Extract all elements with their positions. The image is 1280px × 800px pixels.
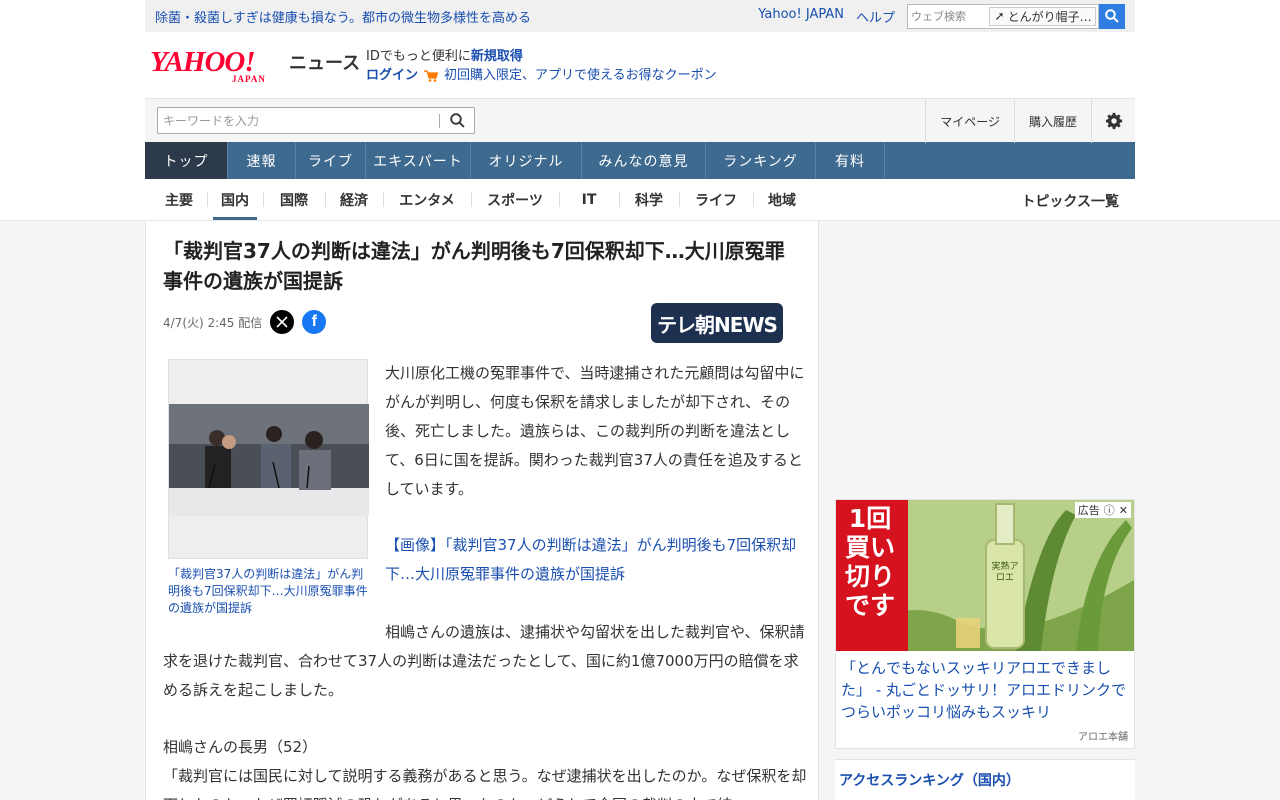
x-share-button[interactable] [270, 310, 295, 334]
topics-list-link[interactable]: トピックス一覧 [1021, 191, 1119, 211]
speaker: 相嶋さんの長男（52） [163, 738, 318, 756]
tab-economy[interactable]: 経済 [325, 179, 383, 220]
settings-button[interactable] [1091, 99, 1135, 143]
gear-icon [1105, 112, 1122, 130]
mypage-link[interactable]: マイページ [925, 99, 1014, 143]
facebook-share-button[interactable]: f [302, 310, 327, 334]
id-links: IDでもっと便利に新規取得 ログイン 初回購入限定、アプリで使えるお得なクーポン [366, 47, 717, 85]
keyword-search-button[interactable] [440, 108, 474, 133]
article: 「裁判官37人の判断は違法」がん判明後も7回保釈却下…大川原冤罪事件の遺族が国提… [145, 221, 819, 800]
tab-domestic[interactable]: 国内 [207, 179, 263, 220]
nav-opinions[interactable]: みんなの意見 [582, 142, 706, 179]
yahoo-japan-link[interactable]: Yahoo! JAPAN [758, 7, 844, 26]
purchase-history-link[interactable]: 購入履歴 [1013, 99, 1091, 143]
article-paragraph: 相嶋さんの遺族は、逮捕状や勾留状を出した裁判官や、保釈請求を退けた裁判官、合わせ… [163, 623, 805, 699]
user-links: マイページ 購入履歴 [925, 99, 1135, 143]
ad-headline[interactable]: 「とんでもないスッキリアロエできました」 - 丸ごとドッサリ！アロエドリンクでつ… [841, 657, 1133, 723]
article-meta: 4/7(火) 2:45 配信 f [163, 310, 334, 334]
top-links: Yahoo! JAPAN ヘルプ [758, 7, 895, 26]
logo-sub: JAPAN [232, 74, 266, 84]
bottle-label: 実熟アロエ [991, 562, 1019, 583]
promo-bar: 除菌・殺菌しすぎは健康も損なう。都市の微生物多様性を高める Yahoo! JAP… [145, 0, 1135, 32]
photo-caption[interactable]: 「裁判官37人の判断は違法」がん判明後も7回保釈却下…大川原冤罪事件の遺族が国提… [168, 566, 373, 617]
info-icon: ⓘ [1103, 504, 1115, 517]
article-photo[interactable] [168, 359, 369, 559]
nav-live[interactable]: ライブ [296, 142, 366, 179]
main-content: 「裁判官37人の判断は違法」がん判明後も7回保釈却下…大川原冤罪事件の遺族が国提… [145, 221, 1135, 800]
promo-link[interactable]: 除菌・殺菌しすぎは健康も損なう。都市の微生物多様性を高める [155, 7, 758, 26]
ad-label: 広告 [1077, 504, 1100, 517]
tab-local[interactable]: 地域 [753, 179, 811, 220]
main-nav: トップ 速報 ライブ エキスパート オリジナル みんなの意見 ランキング 有料 [145, 142, 1135, 179]
close-icon[interactable]: ✕ [1119, 504, 1128, 517]
nav-paid[interactable]: 有料 [816, 142, 885, 179]
search-suggestion-text: とんがり帽子… [1007, 9, 1092, 24]
ranking-title[interactable]: アクセスランキング（国内） [839, 770, 1020, 790]
press-conference-image [169, 404, 369, 516]
ad-image[interactable]: 1回買い切りです 実熟アロエ 広告 ⓘ ✕ [836, 500, 1134, 651]
section-name[interactable]: ニュース [289, 49, 360, 75]
web-search: ウェブ検索 ➚ とんがり帽子… [907, 3, 1125, 29]
tab-it[interactable]: IT [559, 179, 619, 220]
tab-science[interactable]: 科学 [619, 179, 679, 220]
tab-entertainment[interactable]: エンタメ [383, 179, 471, 220]
tab-life[interactable]: ライフ [679, 179, 753, 220]
id-prefix: IDでもっと便利に [366, 49, 471, 64]
tab-world[interactable]: 国際 [263, 179, 325, 220]
ad-sponsor: アロエ本舗 [1078, 732, 1128, 743]
article-title: 「裁判官37人の判断は違法」がん判明後も7回保釈却下…大川原冤罪事件の遺族が国提… [163, 239, 785, 293]
ranking-section: アクセスランキング（国内） [835, 759, 1135, 800]
nav-top[interactable]: トップ [145, 142, 228, 179]
nav-ranking[interactable]: ランキング [706, 142, 816, 179]
tab-sports[interactable]: スポーツ [471, 179, 559, 220]
coupon-link[interactable]: 初回購入限定、アプリで使えるお得なクーポン [444, 66, 717, 85]
keyword-input[interactable] [158, 113, 439, 128]
article-paragraph: 大川原化工機の冤罪事件で、当時逮捕された元顧問は勾留中にがんが判明し、何度も保釈… [385, 364, 805, 498]
web-search-placeholder: ウェブ検索 [911, 10, 966, 23]
keyword-search [157, 107, 475, 134]
nav-expert[interactable]: エキスパート [366, 142, 471, 179]
image-gallery-link[interactable]: 【画像】「裁判官37人の判断は違法」がん判明後も7回保釈却下…大川原冤罪事件の遺… [385, 531, 805, 589]
article-quote-block: 相嶋さんの長男（52） 「裁判官には国民に対して説明する義務があると思う。なぜ逮… [163, 733, 807, 800]
search-icon [1105, 9, 1119, 23]
search-suggestion-chip[interactable]: ➚ とんがり帽子… [988, 6, 1096, 26]
search-icon [449, 113, 465, 128]
site-header: YAHOO! JAPAN ニュース IDでもっと便利に新規取得 ログイン 初回購… [145, 32, 1135, 98]
ad-unit[interactable]: 1回買い切りです 実熟アロエ 広告 ⓘ ✕ 「とんでもないスッキリアロエできまし… [835, 499, 1135, 749]
nav-breaking[interactable]: 速報 [228, 142, 296, 179]
help-link[interactable]: ヘルプ [856, 7, 895, 26]
quote: 「裁判官には国民に対して説明する義務があると思う。なぜ逮捕状を出したのか。なぜ保… [163, 767, 807, 800]
nav-original[interactable]: オリジナル [471, 142, 582, 179]
trend-arrow-icon: ➚ [994, 9, 1005, 23]
web-search-input[interactable]: ウェブ検索 ➚ とんがり帽子… [907, 3, 1099, 29]
yahoo-logo[interactable]: YAHOO! JAPAN [150, 46, 287, 84]
login-link[interactable]: ログイン [366, 66, 418, 85]
logo-text: YAHOO! [150, 46, 256, 78]
source-logo[interactable]: テレ朝NEWS [651, 303, 783, 343]
tab-main[interactable]: 主要 [151, 179, 207, 220]
facebook-icon: f [311, 313, 317, 330]
register-link[interactable]: 新規取得 [471, 49, 523, 64]
search-row: マイページ 購入履歴 [145, 98, 1135, 143]
category-tabs: 主要 国内 国際 経済 エンタメ スポーツ IT 科学 ライフ 地域 トピックス… [145, 179, 1135, 220]
x-icon [276, 316, 288, 328]
publish-date: 4/7(火) 2:45 配信 [163, 315, 263, 330]
sidebar: 1回買い切りです 実熟アロエ 広告 ⓘ ✕ 「とんでもないスッキリアロエできまし… [835, 221, 1135, 800]
web-search-button[interactable] [1099, 3, 1125, 29]
ad-banner-text: 1回買い切りです [844, 504, 895, 620]
ad-badge[interactable]: 広告 ⓘ ✕ [1074, 502, 1131, 518]
cart-icon [424, 69, 439, 82]
